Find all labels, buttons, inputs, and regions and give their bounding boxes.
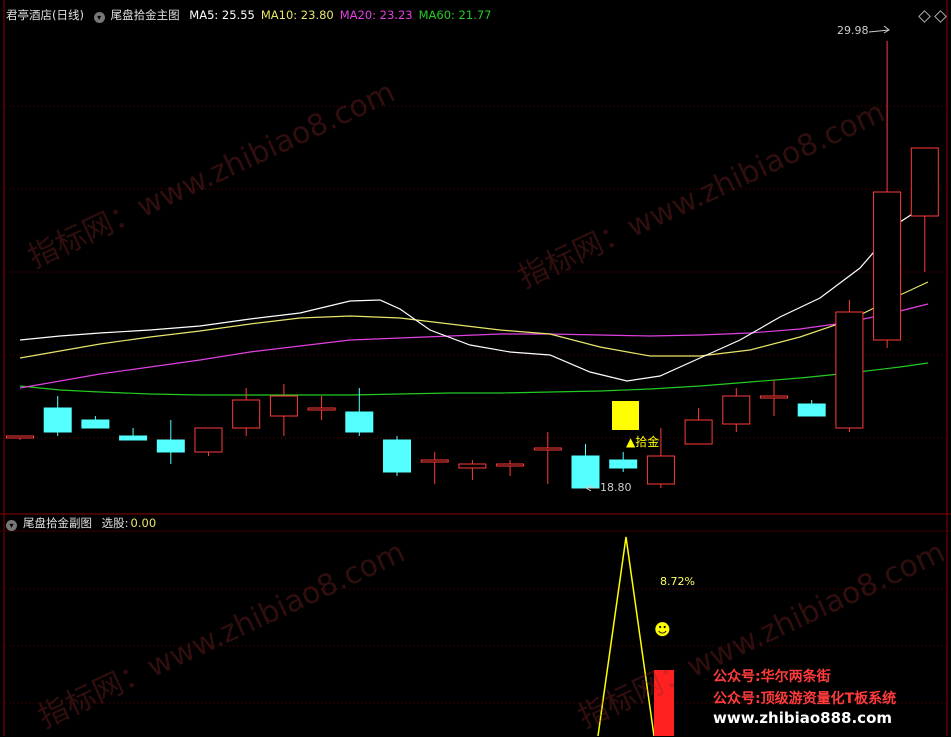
ma-legend-item: MA10: 23.80: [260, 8, 334, 22]
promo-line-3: www.zhibiao888.com: [713, 709, 893, 727]
smiley-icon: ☻: [654, 620, 671, 639]
ma-legend-item: MA20: 23.23: [339, 8, 413, 22]
promo-line-1: 公众号:华尔两条街: [713, 669, 831, 685]
candle-body: [646, 455, 675, 485]
ma10-line: [19, 281, 929, 359]
candle-body: [835, 311, 864, 429]
high-pointer-head: [883, 25, 890, 34]
ma5-line: [19, 203, 929, 382]
candle-body: [609, 459, 638, 469]
candle-body: [232, 399, 261, 429]
candle-body: [760, 395, 788, 399]
candle-body: [81, 419, 110, 429]
promo-line-2: 公众号:顶级游资量化T板系统: [713, 691, 897, 707]
main-header: 君亭酒店(日线) ▾ 尾盘拾金主图 MA5: 25.55 MA10: 23.80 MA…: [6, 6, 503, 24]
candle-body: [420, 459, 449, 463]
high-price-label: 29.98: [837, 24, 869, 37]
candle-body: [496, 463, 525, 467]
candle-body: [119, 435, 148, 441]
indicator-menu-icon[interactable]: ▾: [93, 12, 105, 23]
candle-body: [156, 439, 185, 453]
candle-body: [684, 419, 713, 445]
candle-body: [797, 403, 826, 417]
low-price-label: 18.80: [600, 481, 632, 494]
candle-body: [910, 147, 939, 217]
candles-group: [6, 40, 939, 489]
candle-body: [722, 395, 751, 425]
select-value: 0.00: [130, 516, 157, 530]
candle-body: [269, 395, 298, 417]
candle-body: [873, 191, 902, 341]
candle-body: [571, 455, 600, 489]
ma-legend-item: MA60: 21.77: [418, 8, 492, 22]
main-indicator-name[interactable]: 尾盘拾金主图: [111, 8, 180, 22]
stock-title: 君亭酒店(日线): [6, 8, 84, 22]
candle-body: [307, 407, 336, 411]
signal-label: ▲拾金: [626, 435, 660, 449]
candle-body: [345, 411, 374, 433]
candle-body: [533, 447, 562, 451]
pct-label: 8.72%: [660, 575, 695, 588]
candle-body: [6, 435, 34, 439]
candle-body: [43, 407, 72, 433]
select-label: 选股:: [101, 516, 129, 530]
ma-legend: MA5: 25.55 MA10: 23.80 MA20: 23.23 MA60: 21…: [189, 8, 497, 22]
sub-header: ▾ 尾盘拾金副图 选股: 0.00: [6, 514, 162, 532]
candle-body: [194, 427, 223, 453]
sub-indicator-name[interactable]: 尾盘拾金副图: [23, 516, 92, 530]
ma-legend-item: MA5: 25.55: [189, 8, 255, 22]
indicator-menu-icon[interactable]: ▾: [6, 520, 17, 531]
ma60-line: [19, 362, 929, 396]
candle-body: [383, 439, 411, 473]
candle-body: [458, 463, 487, 469]
signal-candle: [612, 401, 639, 430]
